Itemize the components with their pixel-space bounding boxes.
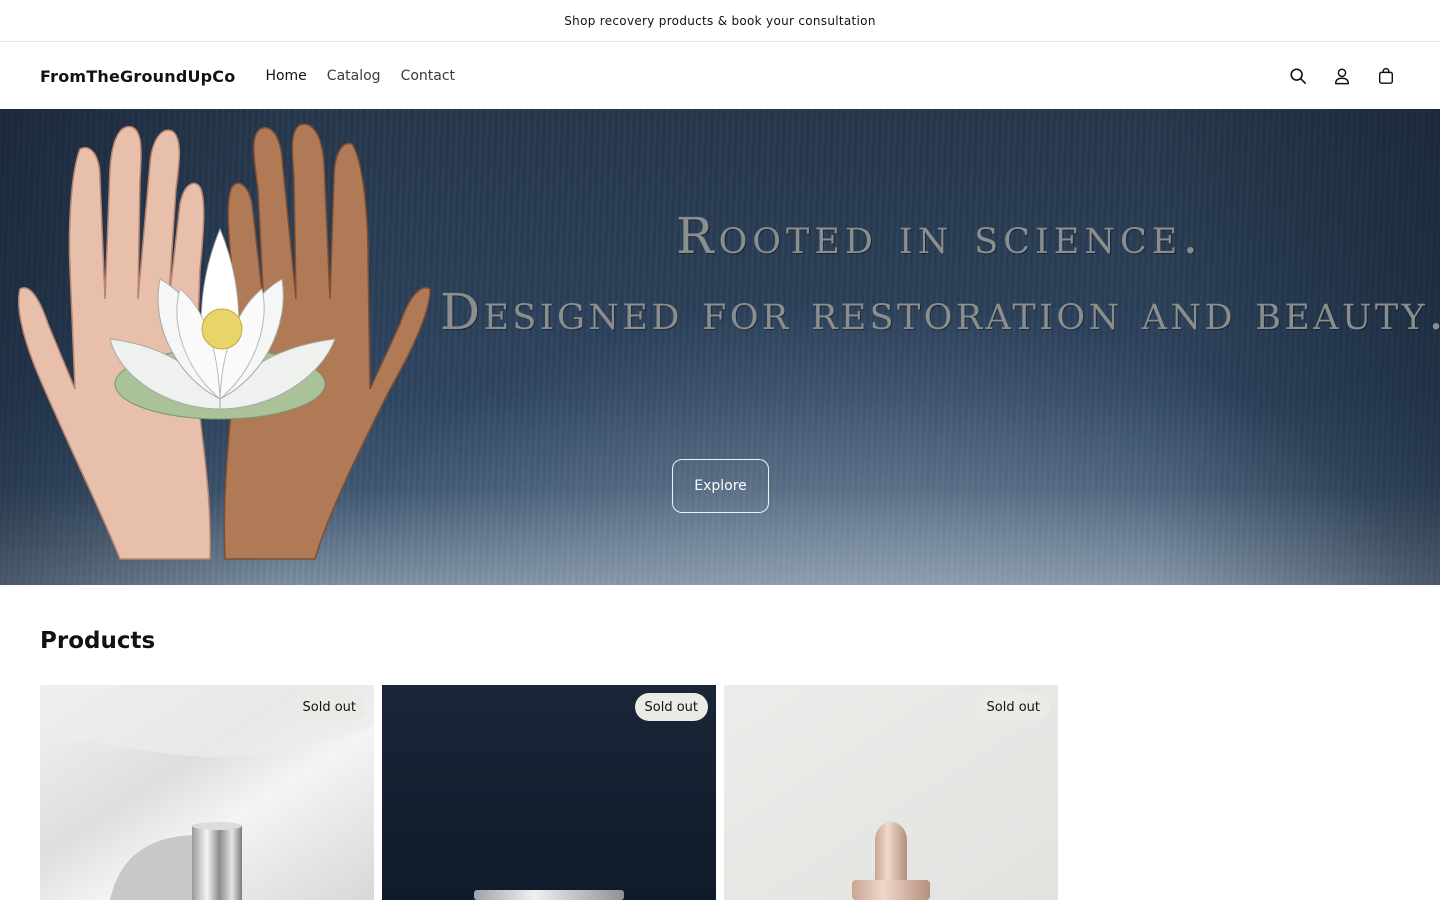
hands-lotus-illustration [17,123,431,560]
hero-heading-line1: Rooted in science. [676,207,1204,265]
nav-link-contact[interactable]: Contact [391,68,465,84]
nav-link-catalog[interactable]: Catalog [317,68,391,84]
hero-banner: Rooted in science. Designed for restorat… [0,109,1440,585]
announcement-text: Shop recovery products & book your consu… [564,13,876,28]
nav-link-home[interactable]: Home [255,68,316,84]
explore-button[interactable]: Explore [672,459,769,513]
search-icon[interactable] [1286,64,1310,88]
account-icon[interactable] [1330,64,1354,88]
product-grid: Sold out Sold out Sold out [40,685,1058,900]
site-logo[interactable]: FromTheGroundUpCo [40,67,235,86]
main-nav: Home Catalog Contact [255,68,465,84]
sold-out-badge: Sold out [634,693,708,721]
cart-icon[interactable] [1374,64,1398,88]
sold-out-badge: Sold out [292,693,366,721]
hero-heading-line2: Designed for restoration and beauty. [440,283,1440,341]
sold-out-badge: Sold out [976,693,1050,721]
site-header: FromTheGroundUpCo Home Catalog Contact [0,43,1440,109]
product-card[interactable]: Sold out [382,685,716,900]
header-icons [1286,64,1398,88]
products-heading: Products [40,628,156,654]
announcement-bar: Shop recovery products & book your consu… [0,0,1440,42]
product-card[interactable]: Sold out [724,685,1058,900]
product-card[interactable]: Sold out [40,685,374,900]
